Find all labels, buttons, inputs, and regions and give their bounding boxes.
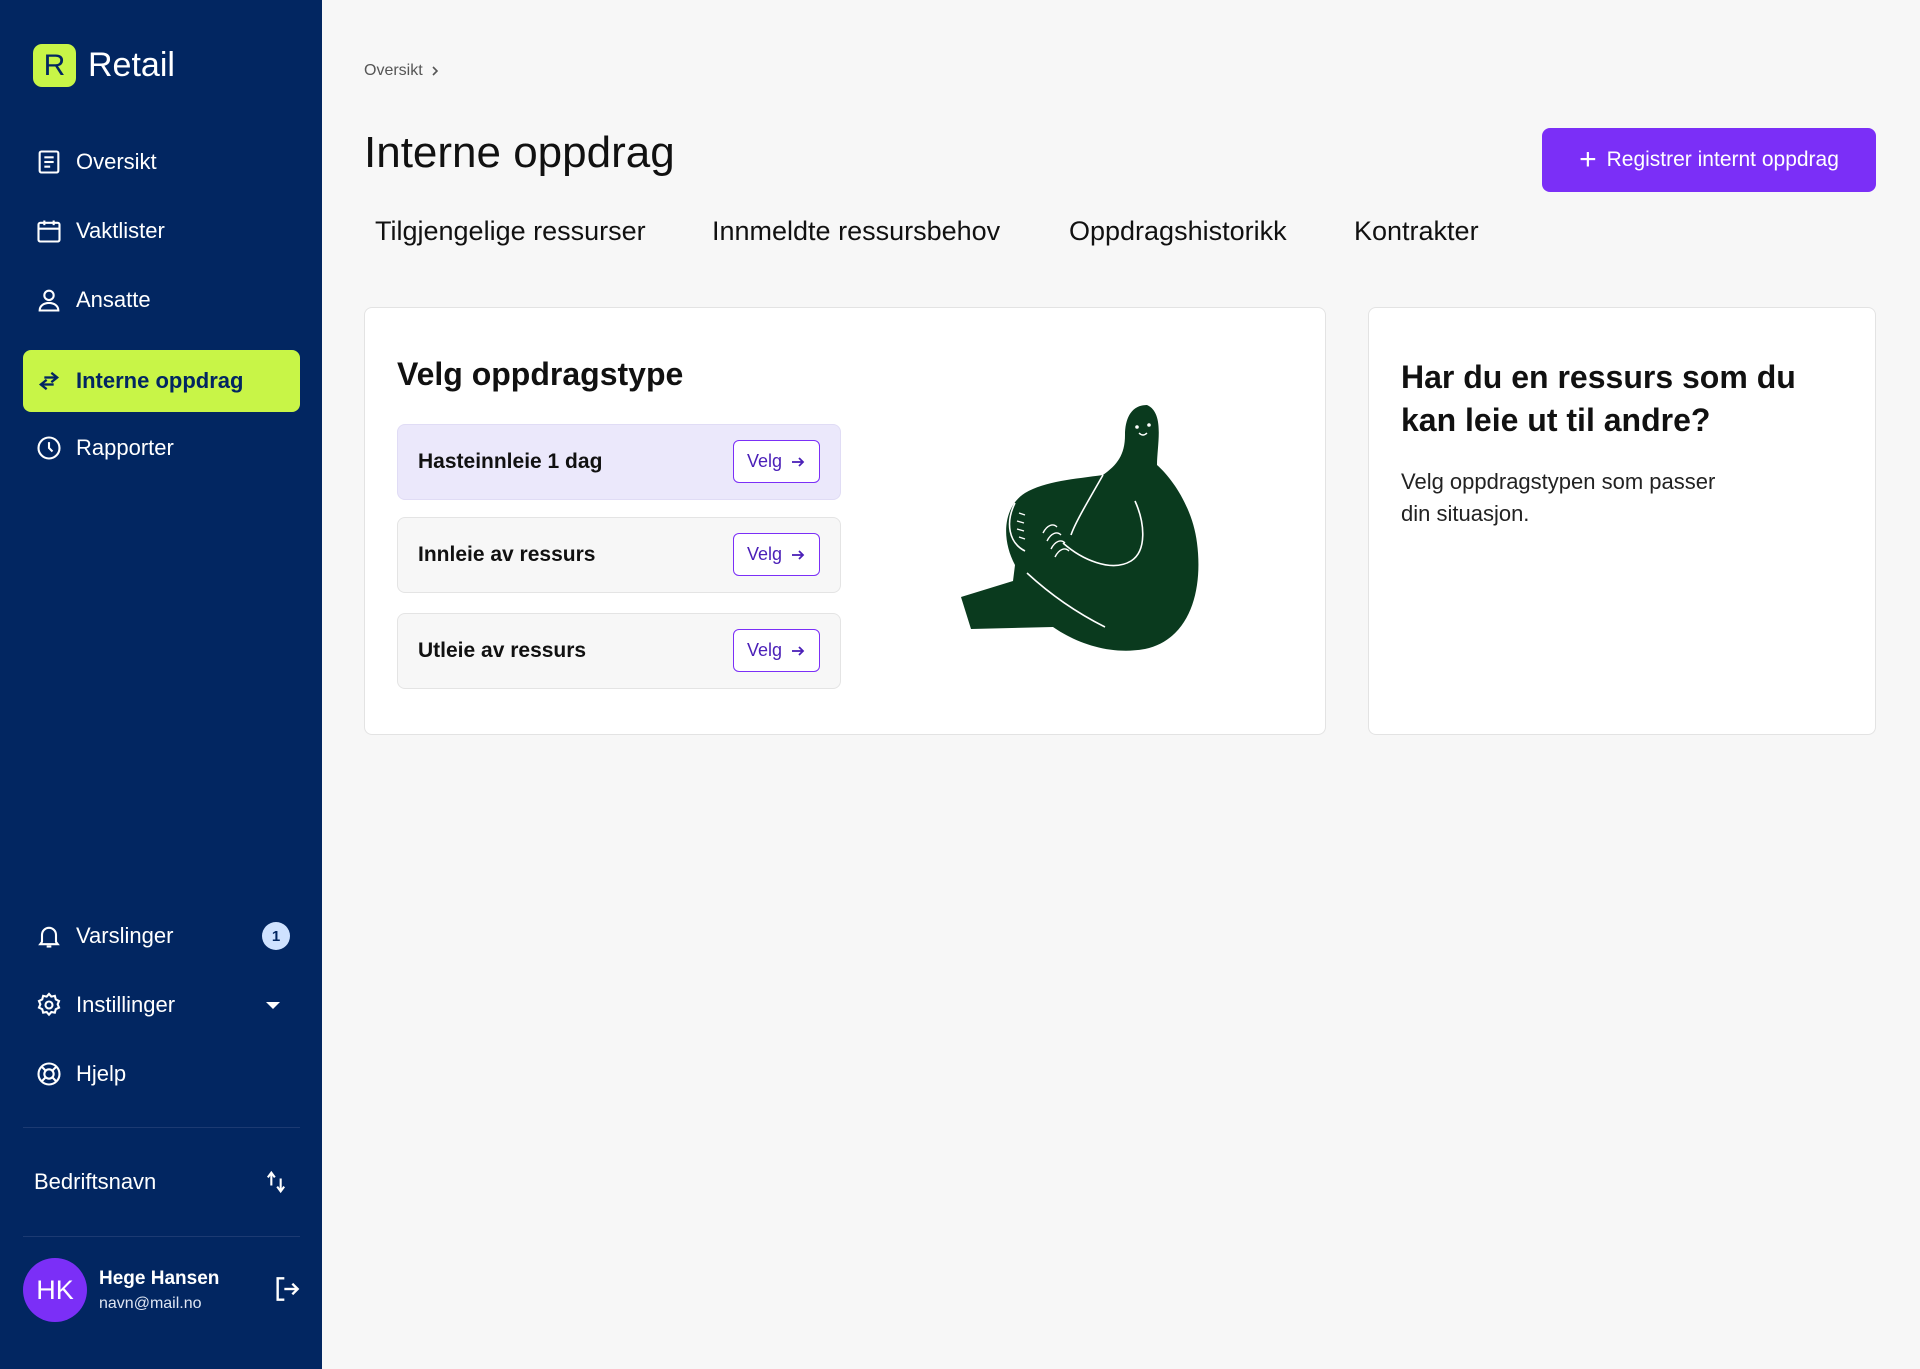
user-email: navn@mail.no (99, 1294, 202, 1312)
sidebar-item-varslinger[interactable]: Varslinger 1 (23, 905, 300, 967)
app-logo[interactable]: R Retail (33, 44, 175, 87)
sidebar-item-interne-oppdrag[interactable]: Interne oppdrag (23, 350, 300, 412)
tab-innmeldte-ressursbehov[interactable]: Innmeldte ressursbehov (712, 216, 1000, 247)
notification-badge: 1 (262, 922, 290, 950)
switch-arrows-icon (266, 1170, 286, 1194)
logo-mark: R (33, 44, 76, 87)
arrow-right-icon (792, 456, 805, 467)
sidebar-item-instillinger[interactable]: Instillinger (23, 974, 300, 1036)
document-icon (38, 150, 60, 174)
card-title: Velg oppdragstype (397, 356, 684, 392)
sidebar-divider (23, 1127, 300, 1128)
sidebar-item-hjelp[interactable]: Hjelp (23, 1043, 300, 1105)
swap-arrows-icon (38, 371, 60, 391)
option-label: Innleie av ressurs (418, 543, 596, 566)
page-title: Interne oppdrag (364, 128, 675, 177)
arrow-right-icon (792, 645, 805, 656)
sidebar-item-label: Rapporter (76, 435, 174, 460)
user-profile: HK Hege Hansen navn@mail.no (23, 1258, 303, 1322)
person-icon (38, 289, 60, 312)
sidebar-divider (23, 1236, 300, 1237)
select-button-label: Velg (746, 640, 783, 660)
sidebar-item-label: Hjelp (76, 1061, 127, 1086)
plus-icon: + (1579, 143, 1597, 176)
option-hasteinnleie[interactable]: Hasteinnleie 1 dag Velg (397, 424, 841, 500)
sidebar-item-ansatte[interactable]: Ansatte (23, 269, 300, 331)
arrow-right-icon (792, 549, 805, 560)
bell-icon (38, 926, 60, 948)
option-label: Hasteinnleie 1 dag (418, 450, 603, 473)
logout-icon[interactable] (271, 1273, 303, 1305)
assignment-type-card: Velg oppdragstype Hasteinnleie 1 dag Vel… (364, 307, 1326, 735)
sidebar-item-label: Vaktlister (76, 218, 165, 243)
breadcrumb: Oversikt (364, 62, 441, 80)
calendar-icon (37, 220, 61, 243)
chevron-down-icon (266, 1001, 280, 1009)
sidebar-item-vaktlister[interactable]: Vaktlister (23, 200, 300, 262)
avatar: HK (23, 1258, 87, 1322)
sidebar: R Retail Oversikt Vaktlister Ansatte Int… (0, 0, 322, 1369)
user-name: Hege Hansen (99, 1267, 220, 1289)
select-button[interactable]: Velg (733, 440, 820, 483)
breadcrumb-link[interactable]: Oversikt (364, 62, 423, 80)
sidebar-item-label: Oversikt (76, 149, 157, 174)
sidebar-item-label: Varslinger (76, 923, 174, 948)
info-card-text: Velg oppdragstypen som passer din situas… (1401, 469, 1716, 526)
select-button-label: Velg (746, 451, 783, 471)
sidebar-item-label: Ansatte (76, 287, 151, 312)
info-card-title: Har du en ressurs som du kan leie ut til… (1401, 359, 1796, 438)
button-label: Registrer internt oppdrag (1606, 148, 1839, 171)
option-innleie[interactable]: Innleie av ressurs Velg (397, 517, 841, 593)
company-switcher[interactable]: Bedriftsnavn (34, 1160, 290, 1204)
sitting-figure-illustration (961, 405, 1199, 651)
sidebar-item-oversikt[interactable]: Oversikt (23, 131, 300, 193)
tab-oppdragshistorikk[interactable]: Oppdragshistorikk (1069, 216, 1287, 247)
sidebar-item-label: Interne oppdrag (76, 368, 244, 393)
register-internal-assignment-button[interactable]: + Registrer internt oppdrag (1542, 128, 1876, 192)
lifebuoy-icon (37, 1062, 61, 1086)
tab-tilgjengelige-ressurser[interactable]: Tilgjengelige ressurser (375, 216, 646, 247)
sidebar-item-rapporter[interactable]: Rapporter (23, 417, 300, 479)
info-card: Har du en ressurs som du kan leie ut til… (1368, 307, 1876, 735)
gear-icon (37, 992, 61, 1017)
option-label: Utleie av ressurs (418, 639, 587, 662)
select-button[interactable]: Velg (733, 629, 820, 672)
tab-kontrakter[interactable]: Kontrakter (1354, 216, 1479, 247)
company-name: Bedriftsnavn (34, 1169, 157, 1194)
clock-icon (37, 436, 61, 460)
option-utleie[interactable]: Utleie av ressurs Velg (397, 613, 841, 689)
sidebar-item-label: Instillinger (76, 992, 176, 1017)
select-button[interactable]: Velg (733, 533, 820, 576)
select-button-label: Velg (746, 544, 783, 564)
app-name: Retail (88, 46, 175, 84)
chevron-right-icon (432, 66, 438, 76)
